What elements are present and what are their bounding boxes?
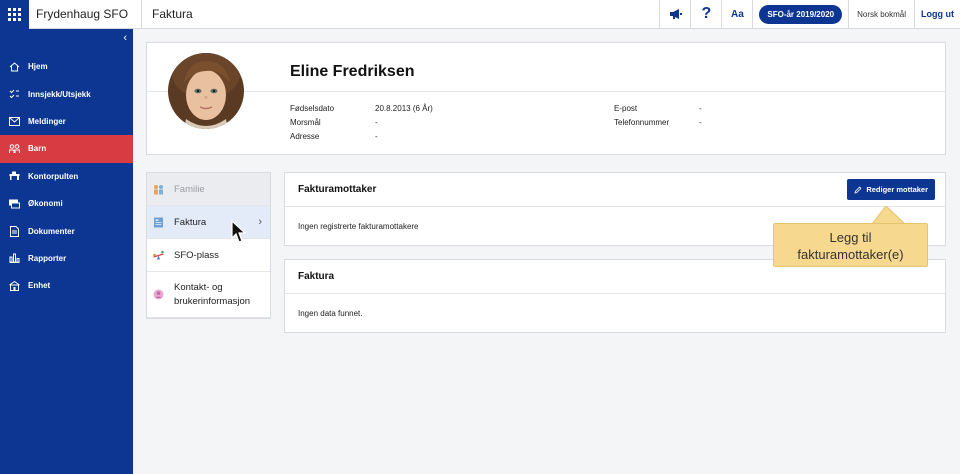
org-name[interactable]: Frydenhaug SFO <box>29 0 143 29</box>
tab-label: Faktura <box>174 216 207 228</box>
child-name: Eline Fredriksen <box>290 63 415 80</box>
tab-label: SFO-plass <box>174 249 219 261</box>
sidebar-item-innsjekk[interactable]: Innsjekk/Utsjekk <box>0 80 133 107</box>
help-icon: ? <box>701 5 712 22</box>
sidebar-item-label: Barn <box>28 144 47 154</box>
no-data-text: Ingen data funnet. <box>298 308 363 318</box>
font-size-button[interactable]: Aa <box>721 0 752 29</box>
panel-title: Fakturamottaker <box>298 184 377 195</box>
tooltip-line-2: fakturamottaker(e) <box>797 247 904 262</box>
panel-title: Faktura <box>298 271 335 282</box>
sidebar-item-okonomi[interactable]: Økonomi <box>0 190 133 217</box>
breadcrumb: Faktura <box>152 7 193 21</box>
sidebar-item-enhet[interactable]: Enhet <box>0 272 133 299</box>
seesaw-icon <box>153 250 164 259</box>
tab-sfo-plass[interactable]: SFO-plass <box>147 239 270 272</box>
phone-value: - <box>699 118 702 127</box>
invoices-body: Ingen data funnet. <box>285 294 945 332</box>
sidebar-item-label: Hjem <box>28 62 48 72</box>
tab-faktura[interactable]: Faktura › <box>147 206 270 239</box>
sidebar-item-hjem[interactable]: Hjem <box>0 53 133 80</box>
logout-link[interactable]: Logg ut <box>914 0 960 29</box>
profile-values-right: - - <box>699 102 702 130</box>
chevron-right-icon: › <box>258 216 262 228</box>
sidebar-item-rapporter[interactable]: Rapporter <box>0 245 133 272</box>
sidebar-item-label: Dokumenter <box>28 226 75 236</box>
money-icon <box>8 198 20 210</box>
invoices-panel: Faktura Ingen data funnet. <box>284 259 946 333</box>
field-label: Telefonnummer <box>614 118 670 127</box>
child-tabs: Familie Faktura › SFO-plass Kontakt- og … <box>146 172 271 319</box>
field-label: Adresse <box>290 132 320 141</box>
pencil-icon <box>854 186 862 194</box>
tab-kontakt-brukerinfo[interactable]: Kontakt- og brukerinformasjon <box>147 272 270 318</box>
sidebar-item-barn[interactable]: Barn <box>0 135 133 163</box>
invoice-icon <box>154 217 163 227</box>
empty-recipients-text: Ingen registrerte fakturamottakere <box>298 221 419 231</box>
contact-icon <box>153 289 164 300</box>
sidebar-item-label: Økonomi <box>28 199 63 209</box>
app-menu-button[interactable] <box>0 0 29 29</box>
megaphone-icon <box>669 9 682 19</box>
language-selector[interactable]: Norsk bokmål <box>848 0 914 29</box>
sidebar-item-label: Rapporter <box>28 253 67 263</box>
child-avatar <box>168 53 244 129</box>
field-label: Fødselsdato <box>290 104 335 113</box>
profile-values-left: 20.8.2013 (6 År) - - <box>375 102 433 144</box>
mother-tongue-value: - <box>375 118 378 127</box>
announcement-button[interactable] <box>659 0 690 29</box>
mouse-cursor-icon <box>231 220 247 243</box>
edit-recipient-button[interactable]: Rediger mottaker <box>847 179 935 200</box>
sidebar-item-label: Meldinger <box>28 116 66 126</box>
mail-icon <box>8 115 20 127</box>
help-tooltip: Legg til fakturamottaker(e) <box>773 223 928 267</box>
top-bar: Frydenhaug SFO Faktura ? Aa SFO-år 2019/… <box>0 0 960 29</box>
sidebar-item-label: Innsjekk/Utsjekk <box>28 89 91 99</box>
sidebar: ‹ Hjem Innsjekk/Utsjekk Meldinger Barn K… <box>0 29 133 474</box>
field-label: E-post <box>614 104 638 113</box>
home-icon <box>8 61 20 73</box>
desk-icon <box>8 170 20 182</box>
profile-labels-right: E-post Telefonnummer <box>614 102 669 130</box>
edit-recipient-label: Rediger mottaker <box>866 185 928 194</box>
email-value: - <box>699 104 702 113</box>
sidebar-item-meldinger[interactable]: Meldinger <box>0 108 133 135</box>
checkin-icon <box>8 88 20 100</box>
sidebar-item-dokumenter[interactable]: Dokumenter <box>0 217 133 244</box>
profile-header <box>147 43 945 92</box>
family-icon <box>154 184 163 194</box>
tooltip-line-1: Legg til <box>829 230 872 245</box>
sidebar-nav: Hjem Innsjekk/Utsjekk Meldinger Barn Kon… <box>0 53 133 300</box>
year-selector[interactable]: SFO-år 2019/2020 <box>752 0 848 29</box>
collapse-sidebar-icon[interactable]: ‹ <box>123 32 127 44</box>
children-icon <box>8 143 20 155</box>
building-icon <box>8 280 20 292</box>
profile-labels-left: Fødselsdato Morsmål Adresse <box>290 102 334 144</box>
tab-familie[interactable]: Familie <box>147 173 270 206</box>
field-label: Morsmål <box>290 118 321 127</box>
tab-label: Kontakt- og brukerinformasjon <box>174 281 251 307</box>
chart-icon <box>8 252 20 264</box>
tab-label: Familie <box>174 183 205 195</box>
birthdate-value: 20.8.2013 (6 År) <box>375 104 433 113</box>
sidebar-item-kontorpulten[interactable]: Kontorpulten <box>0 163 133 190</box>
sidebar-item-label: Enhet <box>28 281 51 291</box>
font-size-icon: Aa <box>730 8 744 20</box>
document-icon <box>8 225 20 237</box>
help-button[interactable]: ? <box>690 0 721 29</box>
child-profile-card: Eline Fredriksen Fødselsdato Morsmål Adr… <box>146 42 946 155</box>
grid-icon <box>8 7 21 21</box>
address-value: - <box>375 132 378 141</box>
year-pill[interactable]: SFO-år 2019/2020 <box>759 4 843 24</box>
invoice-recipients-header: Fakturamottaker Rediger mottaker <box>285 173 945 207</box>
sidebar-item-label: Kontorpulten <box>28 171 79 181</box>
